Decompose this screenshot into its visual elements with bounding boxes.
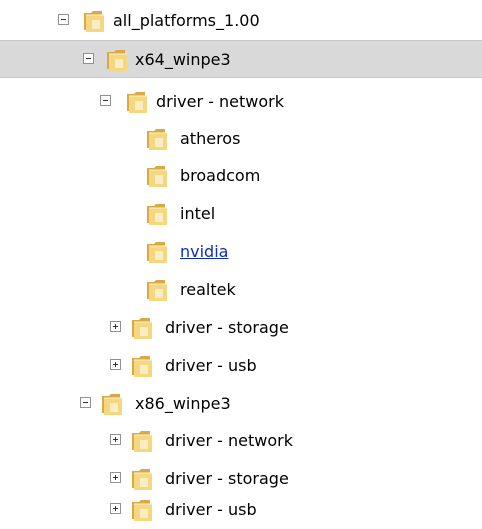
folder-icon: [82, 8, 106, 33]
folder-icon: [130, 466, 154, 491]
tree-row-atheros[interactable]: atheros: [0, 120, 482, 158]
tree-row-x86-winpe3[interactable]: x86_winpe3: [0, 385, 482, 423]
tree-row-x64-winpe3-selected[interactable]: x64_winpe3: [0, 40, 482, 78]
folder-icon: [100, 391, 124, 416]
folder-icon: [130, 428, 154, 453]
folder-icon: [130, 315, 154, 340]
tree-item-label[interactable]: x86_winpe3: [135, 393, 231, 415]
folder-icon: [145, 126, 169, 151]
folder-icon: [125, 89, 149, 114]
tree-item-label[interactable]: all_platforms_1.00: [113, 10, 260, 32]
folder-icon: [145, 277, 169, 302]
tree-row-x86-driver-usb[interactable]: driver - usb: [0, 491, 482, 529]
collapse-minus-icon[interactable]: [83, 53, 94, 64]
collapse-minus-icon[interactable]: [80, 397, 91, 408]
tree-item-label[interactable]: driver - usb: [165, 499, 257, 521]
tree-row-realtek[interactable]: realtek: [0, 271, 482, 309]
folder-icon: [130, 497, 154, 522]
expand-plus-icon[interactable]: [110, 472, 121, 483]
collapse-minus-icon[interactable]: [58, 14, 69, 25]
tree-row-nvidia[interactable]: nvidia: [0, 233, 482, 271]
tree-row-all-platforms[interactable]: all_platforms_1.00: [0, 2, 482, 40]
tree-item-label[interactable]: driver - network: [156, 91, 284, 113]
tree-row-intel[interactable]: intel: [0, 195, 482, 233]
tree-item-label[interactable]: driver - storage: [165, 317, 289, 339]
tree-item-label[interactable]: x64_winpe3: [135, 49, 231, 71]
expand-plus-icon[interactable]: [110, 321, 121, 332]
tree-item-label[interactable]: broadcom: [180, 165, 260, 187]
tree-item-label[interactable]: atheros: [180, 128, 240, 150]
folder-icon: [145, 201, 169, 226]
folder-icon: [105, 47, 129, 72]
tree-row-x64-driver-network[interactable]: driver - network: [0, 83, 482, 121]
expand-plus-icon[interactable]: [110, 503, 121, 514]
tree-item-label[interactable]: driver - usb: [165, 355, 257, 377]
tree-row-x64-driver-storage[interactable]: driver - storage: [0, 309, 482, 347]
collapse-minus-icon[interactable]: [100, 95, 111, 106]
tree-item-label[interactable]: driver - storage: [165, 468, 289, 490]
tree-item-label[interactable]: realtek: [180, 279, 236, 301]
tree-row-broadcom[interactable]: broadcom: [0, 157, 482, 195]
tree-row-x86-driver-network[interactable]: driver - network: [0, 422, 482, 460]
tree-item-label[interactable]: intel: [180, 203, 215, 225]
expand-plus-icon[interactable]: [110, 434, 121, 445]
tree-item-label[interactable]: driver - network: [165, 430, 293, 452]
expand-plus-icon[interactable]: [110, 359, 121, 370]
tree-item-label-link[interactable]: nvidia: [180, 241, 228, 263]
folder-tree: all_platforms_1.00 x64_winpe3 driver - n…: [0, 0, 482, 529]
folder-icon: [145, 163, 169, 188]
folder-icon: [130, 353, 154, 378]
folder-icon: [145, 239, 169, 264]
tree-row-x64-driver-usb[interactable]: driver - usb: [0, 347, 482, 385]
